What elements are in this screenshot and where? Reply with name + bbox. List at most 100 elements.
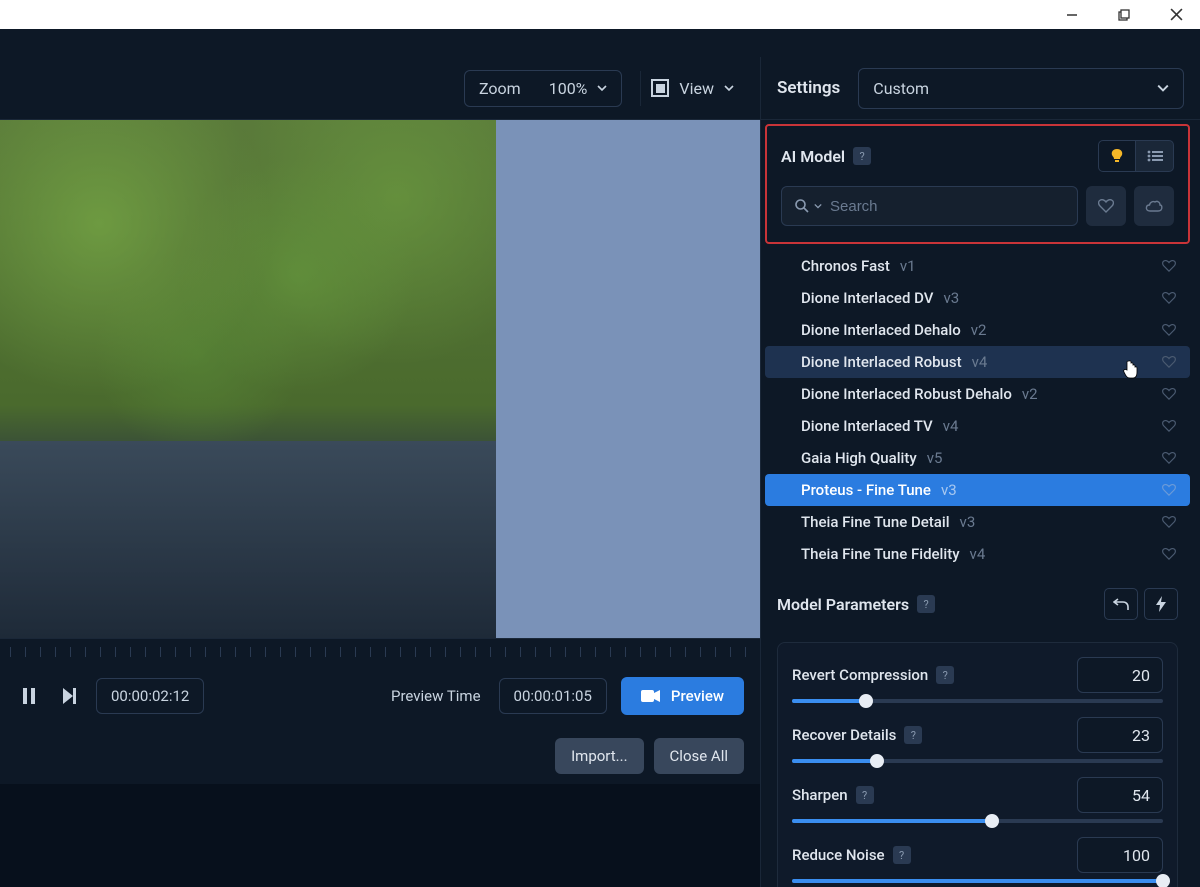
model-version: v4 — [972, 353, 988, 371]
ai-model-title: AI Model — [781, 147, 845, 166]
ai-model-section: AI Model ? — [765, 124, 1190, 244]
import-button[interactable]: Import... — [555, 738, 643, 774]
chevron-down-icon — [814, 202, 822, 210]
chevron-down-icon — [724, 83, 734, 93]
heart-icon[interactable] — [1162, 356, 1176, 368]
param-value-input[interactable]: 100 — [1077, 837, 1163, 873]
model-parameters-section: Model Parameters ? — [761, 570, 1194, 628]
model-item[interactable]: Theia Fine Tune Fidelity v4 — [765, 538, 1190, 570]
model-item[interactable]: Dione Interlaced Robust v4 — [765, 346, 1190, 378]
param-slider[interactable] — [792, 819, 1163, 823]
model-name: Dione Interlaced TV — [801, 417, 933, 435]
favorites-filter-button[interactable] — [1086, 186, 1126, 226]
preview-time-label: Preview Time — [391, 687, 481, 705]
heart-icon[interactable] — [1162, 420, 1176, 432]
model-name: Dione Interlaced Dehalo — [801, 321, 961, 339]
param-slider[interactable] — [792, 699, 1163, 703]
model-name: Gaia High Quality — [801, 449, 917, 467]
chevron-down-icon — [597, 83, 607, 93]
preview-button[interactable]: Preview — [621, 677, 744, 715]
help-icon[interactable]: ? — [853, 147, 871, 165]
heart-icon[interactable] — [1162, 484, 1176, 496]
model-item[interactable]: Dione Interlaced TVv4 — [765, 410, 1190, 442]
cloud-filter-button[interactable] — [1134, 186, 1174, 226]
model-item[interactable]: Dione Interlaced DVv3 — [765, 282, 1190, 314]
suggested-models-button[interactable] — [1098, 140, 1136, 172]
param-row: Recover Details? 23 — [792, 717, 1163, 763]
import-close-bar: Import... Close All — [0, 728, 760, 784]
chevron-down-icon — [1157, 82, 1169, 94]
param-value-input[interactable]: 23 — [1077, 717, 1163, 753]
model-version: v1 — [900, 257, 916, 275]
model-name: Theia Fine Tune Fidelity — [801, 545, 960, 563]
cursor-icon — [1122, 360, 1138, 380]
model-name: Dione Interlaced Robust Dehalo — [801, 385, 1012, 403]
model-item[interactable]: Theia Fine Tune Detailv3 — [765, 506, 1190, 538]
param-value-input[interactable]: 54 — [1077, 777, 1163, 813]
timeline-ruler[interactable] — [0, 638, 760, 664]
heart-icon[interactable] — [1162, 260, 1176, 272]
model-version: v3 — [943, 289, 959, 307]
view-dropdown[interactable]: View — [640, 71, 744, 106]
video-toolbar: Zoom 100% View — [0, 57, 760, 120]
zoom-dropdown[interactable]: Zoom 100% — [464, 70, 622, 107]
model-item[interactable]: Gaia High Quality v5 — [765, 442, 1190, 474]
view-label: View — [679, 79, 714, 98]
step-forward-button[interactable] — [56, 683, 82, 709]
heart-icon[interactable] — [1162, 548, 1176, 560]
param-label: Recover Details — [792, 726, 896, 744]
model-item[interactable]: Proteus - Fine Tunev3 — [765, 474, 1190, 506]
heart-icon — [1098, 199, 1114, 213]
model-name: Dione Interlaced Robust — [801, 353, 962, 371]
all-models-button[interactable] — [1136, 140, 1174, 172]
help-icon[interactable]: ? — [917, 595, 935, 613]
preset-value: Custom — [873, 79, 929, 98]
reset-params-button[interactable] — [1104, 588, 1138, 620]
model-search-box[interactable] — [781, 186, 1078, 226]
model-item[interactable]: Dione Interlaced Robust Dehalov2 — [765, 378, 1190, 410]
heart-icon[interactable] — [1162, 452, 1176, 464]
video-preview[interactable] — [0, 120, 760, 638]
model-item[interactable]: Chronos Fastv1 — [765, 250, 1190, 282]
lightbulb-icon — [1110, 148, 1124, 164]
param-slider[interactable] — [792, 879, 1163, 883]
model-item[interactable]: Dione Interlaced Dehalo v2 — [765, 314, 1190, 346]
help-icon[interactable]: ? — [893, 846, 911, 864]
model-version: v4 — [970, 545, 986, 563]
help-icon[interactable]: ? — [856, 786, 874, 804]
heart-icon[interactable] — [1162, 388, 1176, 400]
param-slider[interactable] — [792, 759, 1163, 763]
current-time-display[interactable]: 00:00:02:12 — [96, 678, 204, 714]
model-parameters-title: Model Parameters — [777, 595, 909, 614]
zoom-label: Zoom — [479, 79, 521, 98]
pause-button[interactable] — [16, 683, 42, 709]
help-icon[interactable]: ? — [904, 726, 922, 744]
model-version: v2 — [971, 321, 987, 339]
zoom-value: 100% — [549, 79, 588, 98]
heart-icon[interactable] — [1162, 292, 1176, 304]
model-name: Theia Fine Tune Detail — [801, 513, 950, 531]
auto-params-button[interactable] — [1144, 588, 1178, 620]
heart-icon[interactable] — [1162, 324, 1176, 336]
param-value-input[interactable]: 20 — [1077, 657, 1163, 693]
window-maximize-button[interactable] — [1112, 3, 1136, 27]
model-version: v3 — [941, 481, 957, 499]
param-row: Sharpen? 54 — [792, 777, 1163, 823]
model-search-input[interactable] — [830, 198, 1065, 215]
param-label: Sharpen — [792, 786, 848, 804]
preview-time-display[interactable]: 00:00:01:05 — [499, 678, 607, 714]
window-minimize-button[interactable] — [1060, 3, 1084, 27]
param-row: Revert Compression?20 — [792, 657, 1163, 703]
heart-icon[interactable] — [1162, 516, 1176, 528]
app-menubar-strip — [0, 29, 1200, 57]
model-version: v5 — [927, 449, 943, 467]
split-view-icon — [651, 79, 669, 97]
window-close-button[interactable] — [1164, 3, 1188, 27]
playback-controls: 00:00:02:12 Preview Time 00:00:01:05 Pre… — [0, 664, 760, 728]
help-icon[interactable]: ? — [936, 666, 954, 684]
preset-dropdown[interactable]: Custom — [858, 68, 1184, 109]
bolt-icon — [1156, 596, 1166, 612]
close-all-button[interactable]: Close All — [654, 738, 744, 774]
window-titlebar — [0, 0, 1200, 29]
camera-icon — [641, 689, 661, 703]
